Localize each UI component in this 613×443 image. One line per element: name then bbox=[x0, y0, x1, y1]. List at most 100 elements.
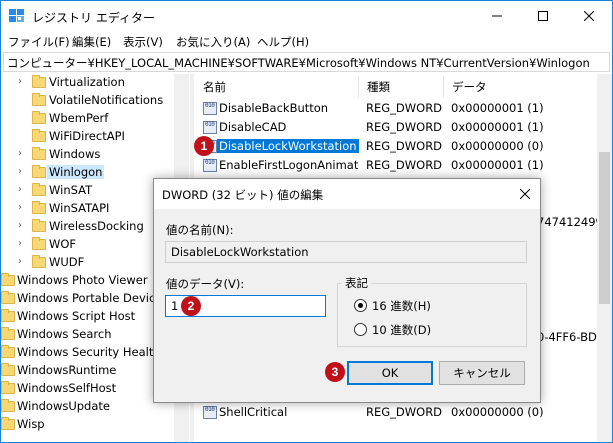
tree-item[interactable]: WiFiDirectAPI bbox=[1, 128, 174, 146]
tree-item[interactable]: Windows Portable Devices bbox=[1, 290, 174, 308]
dialog-close-button[interactable] bbox=[510, 179, 540, 209]
tree-item-label: Winlogon bbox=[47, 165, 105, 179]
scrollbar-thumb[interactable] bbox=[599, 152, 610, 304]
close-icon bbox=[584, 11, 594, 21]
value-data: 7474124994 bbox=[537, 215, 597, 229]
tree-item[interactable]: Windows Photo Viewer bbox=[1, 272, 174, 290]
ok-button[interactable]: OK bbox=[347, 361, 433, 385]
close-icon bbox=[520, 189, 530, 199]
tree-item[interactable]: › WinSAT bbox=[1, 182, 174, 200]
value-row-partial[interactable]: 0-4FF6-BD14 bbox=[535, 328, 597, 347]
folder-icon bbox=[32, 93, 46, 106]
window-title: レジストリ エディター bbox=[32, 11, 155, 25]
maximize-button[interactable] bbox=[520, 1, 566, 31]
cancel-button[interactable]: キャンセル bbox=[439, 361, 525, 385]
value-name-field: DisableLockWorkstation bbox=[165, 241, 527, 263]
minimize-button[interactable] bbox=[474, 1, 520, 31]
value-row[interactable]: ShellCritical REG_DWORD 0x00000000 (0) bbox=[195, 403, 597, 422]
value-row[interactable]: DisableCAD REG_DWORD 0x00000001 (1) bbox=[195, 118, 597, 137]
tree-item-label: WbemPerf bbox=[49, 111, 109, 125]
value-type: REG_DWORD bbox=[366, 120, 443, 134]
tree-item[interactable]: › Virtualization bbox=[1, 74, 174, 92]
tree-item-label: Windows bbox=[49, 147, 101, 161]
folder-icon bbox=[32, 201, 46, 214]
menu-file[interactable]: ファイル(F) bbox=[8, 34, 70, 50]
value-row-partial[interactable]: 7474124994 bbox=[535, 213, 597, 232]
folder-icon bbox=[1, 363, 15, 376]
reg-dword-icon bbox=[203, 102, 217, 115]
value-name: DisableCAD bbox=[219, 120, 287, 134]
value-data: 0x00000000 (0) bbox=[451, 405, 544, 419]
value-row[interactable]: EnableFirstLogonAnimat REG_DWORD 0x00000… bbox=[195, 156, 597, 175]
menu-view[interactable]: 表示(V) bbox=[123, 34, 163, 50]
menu-help[interactable]: ヘルプ(H) bbox=[257, 34, 309, 50]
close-button[interactable] bbox=[566, 1, 612, 31]
chevron-right-icon[interactable]: › bbox=[18, 148, 22, 159]
column-header-type[interactable]: 種類 bbox=[359, 76, 444, 98]
tree-item-label: Wisp bbox=[17, 417, 45, 431]
radio-dec-label[interactable]: 10 進数(D) bbox=[372, 322, 431, 338]
reg-dword-icon bbox=[203, 121, 217, 134]
chevron-right-icon[interactable]: › bbox=[18, 76, 22, 87]
radio-hex-label[interactable]: 16 進数(H) bbox=[372, 298, 431, 314]
value-type: REG_DWORD bbox=[366, 405, 443, 419]
value-type: REG_DWORD bbox=[366, 139, 443, 153]
tree-item[interactable]: › WUDF bbox=[1, 254, 174, 272]
tree-item[interactable]: WindowsRuntime bbox=[1, 362, 174, 380]
column-header-name[interactable]: 名前 bbox=[195, 76, 359, 98]
tree-item[interactable]: Windows Search bbox=[1, 326, 174, 344]
tree-item-label: Virtualization bbox=[49, 75, 125, 89]
chevron-right-icon[interactable]: › bbox=[18, 256, 22, 267]
tree-item[interactable]: › WirelessDocking bbox=[1, 218, 174, 236]
value-name: DisableBackButton bbox=[219, 101, 329, 115]
registry-editor-window: レジストリ エディター ファイル(F) 編集(E) 表示(V) お気に入り(A)… bbox=[0, 0, 613, 443]
value-name-label: 値の名前(N): bbox=[166, 223, 234, 237]
list-scrollbar[interactable] bbox=[597, 74, 612, 442]
folder-icon bbox=[32, 147, 46, 160]
chevron-right-icon[interactable]: › bbox=[18, 184, 22, 195]
tree-item-label: Windows Script Host bbox=[17, 309, 136, 323]
value-name: EnableFirstLogonAnimat bbox=[219, 158, 359, 172]
tree-item-label: WinSATAPI bbox=[49, 201, 110, 215]
tree-item[interactable]: › WOF bbox=[1, 236, 174, 254]
tree-item[interactable]: WindowsSelfHost bbox=[1, 380, 174, 398]
step-badge-3: 3 bbox=[325, 362, 345, 382]
base-group bbox=[337, 283, 527, 347]
address-bar[interactable]: コンピューター¥HKEY_LOCAL_MACHINE¥SOFTWARE¥Micr… bbox=[3, 52, 610, 72]
reg-dword-icon bbox=[203, 406, 217, 419]
radio-hex[interactable] bbox=[354, 299, 367, 312]
tree-item[interactable]: Windows Script Host bbox=[1, 308, 174, 326]
tree-item[interactable]: › WinSATAPI bbox=[1, 200, 174, 218]
chevron-right-icon[interactable]: › bbox=[18, 220, 22, 231]
tree-item-label: WirelessDocking bbox=[49, 219, 144, 233]
value-row[interactable]: DisableBackButton REG_DWORD 0x00000001 (… bbox=[195, 99, 597, 118]
folder-icon bbox=[1, 309, 15, 322]
tree-item[interactable]: › Windows bbox=[1, 146, 174, 164]
dialog-title: DWORD (32 ビット) 値の編集 bbox=[162, 188, 324, 202]
folder-icon bbox=[32, 165, 46, 178]
tree-item[interactable]: VolatileNotifications bbox=[1, 92, 174, 110]
tree-item-selected[interactable]: › Winlogon bbox=[1, 164, 174, 182]
tree-item[interactable]: WbemPerf bbox=[1, 110, 174, 128]
folder-icon bbox=[32, 111, 46, 124]
tree-item-label: WUDF bbox=[49, 255, 85, 269]
folder-icon bbox=[1, 327, 15, 340]
chevron-right-icon[interactable]: › bbox=[18, 166, 22, 177]
value-name: DisableLockWorkstation bbox=[217, 139, 359, 153]
tree-item[interactable]: Wisp bbox=[1, 416, 174, 434]
tree-item[interactable]: Windows Security Health bbox=[1, 344, 174, 362]
menu-favorites[interactable]: お気に入り(A) bbox=[176, 34, 250, 50]
tree-item-label: WinSAT bbox=[49, 183, 93, 197]
folder-icon bbox=[1, 417, 15, 430]
radio-dec[interactable] bbox=[354, 323, 367, 336]
tree-item[interactable]: WindowsUpdate bbox=[1, 398, 174, 416]
title-bar[interactable]: レジストリ エディター bbox=[1, 1, 612, 31]
dialog-title-bar[interactable]: DWORD (32 ビット) 値の編集 bbox=[154, 179, 540, 209]
menu-edit[interactable]: 編集(E) bbox=[72, 34, 111, 50]
value-row-selected[interactable]: DisableLockWorkstation REG_DWORD 0x00000… bbox=[195, 137, 597, 156]
base-group-label: 表記 bbox=[342, 275, 371, 291]
chevron-right-icon[interactable]: › bbox=[18, 202, 22, 213]
tree-item-label: Windows Search bbox=[17, 327, 112, 341]
column-header-data[interactable]: データ bbox=[444, 76, 597, 98]
chevron-right-icon[interactable]: › bbox=[18, 238, 22, 249]
